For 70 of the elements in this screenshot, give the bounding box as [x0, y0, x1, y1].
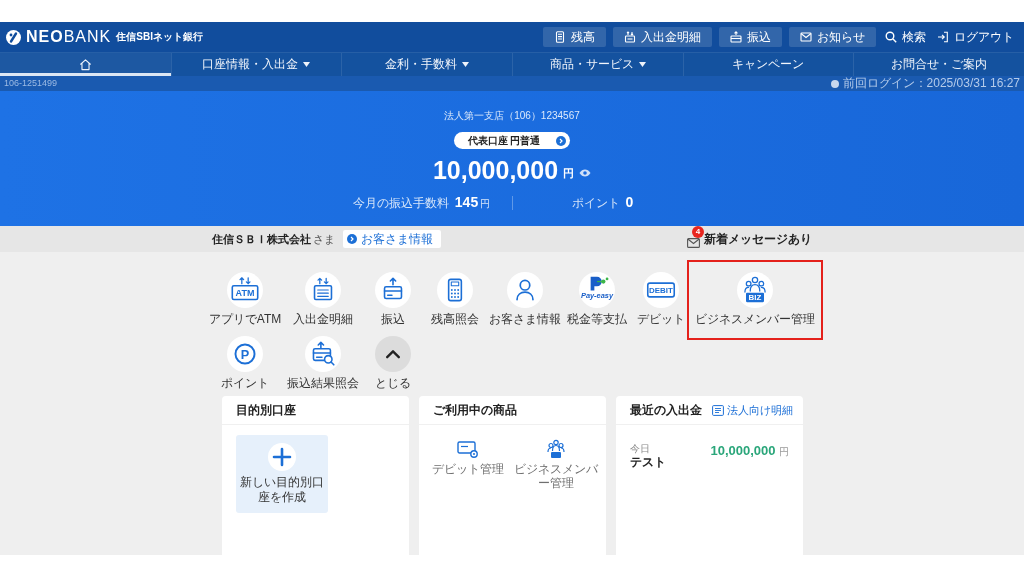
calculator-icon: [437, 272, 474, 308]
mail-icon: [800, 31, 812, 43]
header-button[interactable]: 振込: [719, 27, 782, 47]
person-icon: [507, 272, 544, 308]
bank-name: 住信SBIネット銀行: [116, 30, 203, 44]
home-tab[interactable]: [0, 53, 171, 76]
last-login: 前回ログイン：2025/03/31 16:27: [842, 76, 1020, 91]
shortcut-button[interactable]: 入出金明細: [287, 272, 360, 326]
home-icon: [78, 58, 92, 71]
dot-icon: [830, 79, 839, 88]
p-circle-icon: P: [227, 336, 263, 372]
header-button[interactable]: 入出金明細: [613, 27, 712, 47]
card-title: ご利用中の商品: [432, 401, 517, 419]
currency-unit: 円: [563, 165, 575, 181]
search-icon: [885, 31, 897, 43]
chevron-up-icon: [375, 336, 412, 372]
stat-label: 今月の振込手数料: [352, 195, 449, 212]
logout-icon: [937, 31, 949, 43]
card-arrow-icon: [730, 31, 742, 43]
header-button[interactable]: ログアウト: [935, 27, 1016, 47]
card-gear-icon: [456, 439, 479, 459]
shortcut-button[interactable]: 振込: [365, 272, 422, 326]
stat-value: 145: [454, 194, 479, 210]
plus-icon: [267, 443, 296, 471]
transaction-date: 今日: [629, 443, 651, 455]
shortcut-button[interactable]: お客さま情報: [489, 272, 562, 326]
product-item[interactable]: ビジネスメンバー管理: [512, 439, 599, 490]
company-name: 住信ＳＢＩ株式会社: [212, 231, 311, 247]
account-selector[interactable]: 代表口座 円普通: [453, 132, 571, 149]
header-button[interactable]: 検索: [883, 27, 928, 47]
shortcut-button[interactable]: ATM アプリでATM: [208, 272, 282, 326]
unread-badge: 4: [692, 226, 704, 238]
shortcut-button[interactable]: 振込結果照会: [287, 336, 360, 390]
collapse-button[interactable]: とじる: [365, 336, 422, 390]
people-icon: [545, 439, 566, 459]
shortcut-button[interactable]: Pay-easy 税金等支払: [567, 272, 628, 326]
chevron-circle-icon: [556, 135, 567, 146]
honorific: さま: [313, 231, 335, 247]
branch-account: 法人第一支店（106）1234567: [444, 110, 580, 122]
stat-label: ポイント: [571, 195, 620, 212]
shortcut-button[interactable]: P ポイント: [208, 336, 282, 390]
payment-logo-icon: Pay-easy: [579, 272, 616, 308]
logo-wordmark: NEOBANK: [26, 28, 112, 46]
header-button[interactable]: 残高: [543, 27, 606, 47]
balance-amount: 10,000,000: [432, 155, 559, 185]
product-item[interactable]: デビット管理: [424, 439, 511, 476]
logo-mark-icon: [6, 29, 21, 45]
card-search-icon: [305, 336, 342, 372]
statement-link[interactable]: 法人向け明細: [711, 402, 793, 418]
chevron-circle-icon: [347, 234, 357, 244]
transaction-name: テスト: [629, 455, 666, 470]
stat-value: 0: [625, 194, 634, 210]
header-button[interactable]: お知らせ: [789, 27, 876, 47]
card-title: 最近の入出金: [629, 401, 702, 419]
document-icon: [554, 31, 566, 43]
mail-icon[interactable]: [687, 238, 700, 248]
currency-unit: 円: [778, 445, 789, 459]
tray-arrows-icon: [305, 272, 342, 308]
eye-icon[interactable]: [579, 169, 592, 177]
tray-arrows-icon: [624, 31, 636, 43]
customer-number: 106-1251499: [4, 77, 58, 90]
new-messages-link[interactable]: 新着メッセージあり: [704, 230, 812, 248]
atm-arrows-icon: ATM: [227, 272, 263, 308]
shortcut-button[interactable]: 残高照会: [427, 272, 484, 326]
customer-info-button[interactable]: お客さま情報: [343, 230, 441, 248]
card-title: 目的別口座: [235, 401, 296, 419]
new-account-tile[interactable]: 新しい目的別口座を作成: [235, 435, 328, 513]
transaction-amount: 10,000,000: [710, 443, 776, 458]
stat-unit: 円: [480, 197, 491, 211]
document-icon: [711, 404, 724, 416]
